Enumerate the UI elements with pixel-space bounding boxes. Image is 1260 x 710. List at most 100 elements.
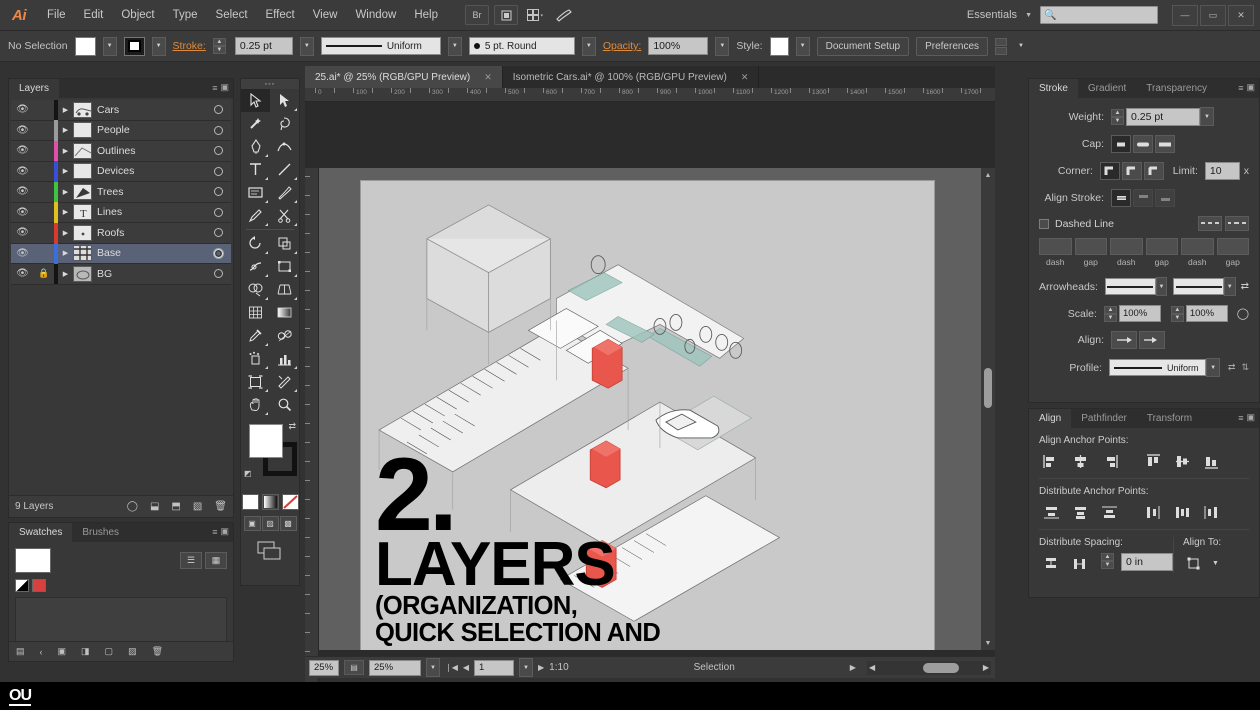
table-row[interactable]: 👁 ▶ Base [11,243,231,264]
table-row[interactable]: 👁 ▶ People [11,120,231,141]
close-icon[interactable]: ✕ [741,72,749,83]
h-align-center-icon[interactable] [1068,451,1092,471]
stock-icon[interactable] [494,5,518,25]
place-arrow-at-end-icon[interactable] [1139,331,1165,349]
profile-combo[interactable]: Uniform [1109,359,1207,376]
menu-file[interactable]: File [38,0,75,31]
make-clipping-mask-icon[interactable]: ◯ [127,501,138,512]
v-dist-bottom-icon[interactable] [1097,502,1121,522]
swatch-red[interactable] [32,579,46,592]
tab-layers[interactable]: Layers [9,79,60,98]
rotate-tool[interactable] [241,232,270,255]
dashed-line-checkbox[interactable] [1039,218,1049,229]
swap-fill-stroke-icon[interactable]: ⇄ [288,421,296,432]
fill-swatch[interactable] [74,36,96,56]
graphic-style-dropdown-icon[interactable]: ▼ [795,36,810,56]
eye-icon[interactable]: 👁 [11,104,34,115]
h-dist-space-icon[interactable] [1068,553,1092,573]
chevron-right-icon[interactable]: ▶ [58,249,73,257]
paintbrush-tool[interactable] [270,181,299,204]
artboard-number-field[interactable]: 1 [474,659,515,676]
align-center-icon[interactable] [1111,189,1131,207]
tab-align[interactable]: Align [1029,409,1072,428]
zoom-level-field[interactable]: 25% [309,659,339,676]
screen-mode-button[interactable] [241,541,299,561]
h-align-left-icon[interactable] [1039,451,1063,471]
chevron-right-icon[interactable]: ▶ [58,147,73,155]
magic-wand-tool[interactable] [241,112,270,135]
chevron-right-icon[interactable]: ▶ [58,188,73,196]
gap-field-1[interactable] [1074,238,1107,255]
table-row[interactable]: 👁 ▶ Trees [11,181,231,203]
arrange-documents-icon[interactable] [523,5,547,25]
vertical-ruler[interactable] [305,168,319,708]
scale-start-stepper[interactable]: ▲ ▼ [1103,305,1117,322]
scroll-right-icon[interactable]: ▶ [983,663,989,672]
create-new-sublayer-icon[interactable]: ⬓ [150,501,159,512]
opacity-field[interactable]: 100% [648,37,709,55]
menu-effect[interactable]: Effect [257,0,304,31]
artboard-first-icon[interactable]: ❘◀ [445,663,458,672]
horizontal-ruler[interactable]: 0 100 200 300 400 500 600 700 800 900 1000 1100 1200… [305,88,995,102]
width-tool[interactable] [241,255,270,278]
h-align-right-icon[interactable] [1097,451,1121,471]
table-row[interactable]: 👁 ▶ Devices [11,161,231,182]
projecting-cap-icon[interactable] [1155,135,1175,153]
free-transform-tool[interactable] [270,255,299,278]
scissors-tool[interactable] [270,204,299,227]
arrowhead-start-dropdown-icon[interactable]: ▼ [1155,277,1168,296]
opacity-dropdown-icon[interactable]: ▼ [715,36,730,56]
spacing-field[interactable]: 0 in [1121,553,1173,571]
menu-help[interactable]: Help [405,0,447,31]
artboard-tool[interactable] [241,370,270,393]
eyedropper-tool[interactable] [241,324,270,347]
round-cap-icon[interactable] [1133,135,1153,153]
artboard-dropdown-icon[interactable]: ▼ [519,658,534,677]
graphic-style-swatch[interactable] [769,36,789,56]
swatches-panel-menu-icon[interactable]: ≡ ▣ [212,526,229,537]
flip-along-icon[interactable]: ⇄ [1228,362,1236,373]
tab-pathfinder[interactable]: Pathfinder [1071,409,1137,428]
new-swatch-icon[interactable]: ▨ [128,646,137,657]
rectangle-tool[interactable] [241,181,270,204]
v-dist-top-icon[interactable] [1039,502,1063,522]
tab-stroke[interactable]: Stroke [1029,79,1078,98]
swatch-options-icon[interactable]: ◨ [81,646,90,657]
width-profile-combo[interactable]: Uniform [320,37,441,55]
vertical-scrollbar[interactable]: ▲ ▼ [981,168,995,650]
eye-icon[interactable]: 👁 [11,186,34,197]
menu-object[interactable]: Object [112,0,163,31]
v-dist-center-icon[interactable] [1068,502,1092,522]
brush-definition-dropdown-icon[interactable]: ▼ [581,36,596,56]
swatch-white[interactable] [15,548,51,573]
dash-field-3[interactable] [1181,238,1214,255]
v-align-center-icon[interactable] [1170,451,1194,471]
tab-document-2[interactable]: Isometric Cars.ai* @ 100% (RGB/GPU Previ… [502,66,760,88]
collect-in-new-layer-icon[interactable]: ⬒ [171,501,180,512]
mesh-tool[interactable] [241,301,270,324]
artboard-options-icon[interactable]: ▤ [344,660,364,675]
limit-field[interactable]: 10 [1204,162,1240,180]
maximize-button[interactable]: ▭ [1200,4,1226,26]
target-indicator[interactable] [205,166,231,176]
scroll-left-icon[interactable]: ◀ [869,663,875,672]
eye-icon[interactable]: 👁 [11,145,34,156]
line-segment-tool[interactable] [270,158,299,181]
grid-view-icon[interactable]: ▦ [205,552,227,569]
arrowhead-start-combo[interactable] [1104,278,1156,295]
bevel-join-icon[interactable] [1143,162,1164,180]
type-tool[interactable] [241,158,270,181]
chevron-right-icon[interactable]: ▶ [58,270,73,278]
tab-gradient[interactable]: Gradient [1077,79,1137,98]
eye-icon[interactable]: 👁 [11,166,34,177]
align-outside-icon[interactable] [1155,189,1175,207]
default-fill-stroke-icon[interactable]: ◩ [244,469,252,478]
chevron-right-icon[interactable]: ▶ [58,208,73,216]
chevron-right-icon[interactable]: ▶ [58,126,73,134]
close-button[interactable]: ✕ [1228,4,1254,26]
profile-dropdown-icon[interactable]: ▼ [1206,358,1220,377]
link-scales-icon[interactable]: ◯ [1237,307,1249,320]
target-indicator[interactable] [205,125,231,135]
zoom-dropdown-icon[interactable]: ▼ [426,658,440,677]
align-to-selection-icon[interactable] [1183,553,1207,573]
